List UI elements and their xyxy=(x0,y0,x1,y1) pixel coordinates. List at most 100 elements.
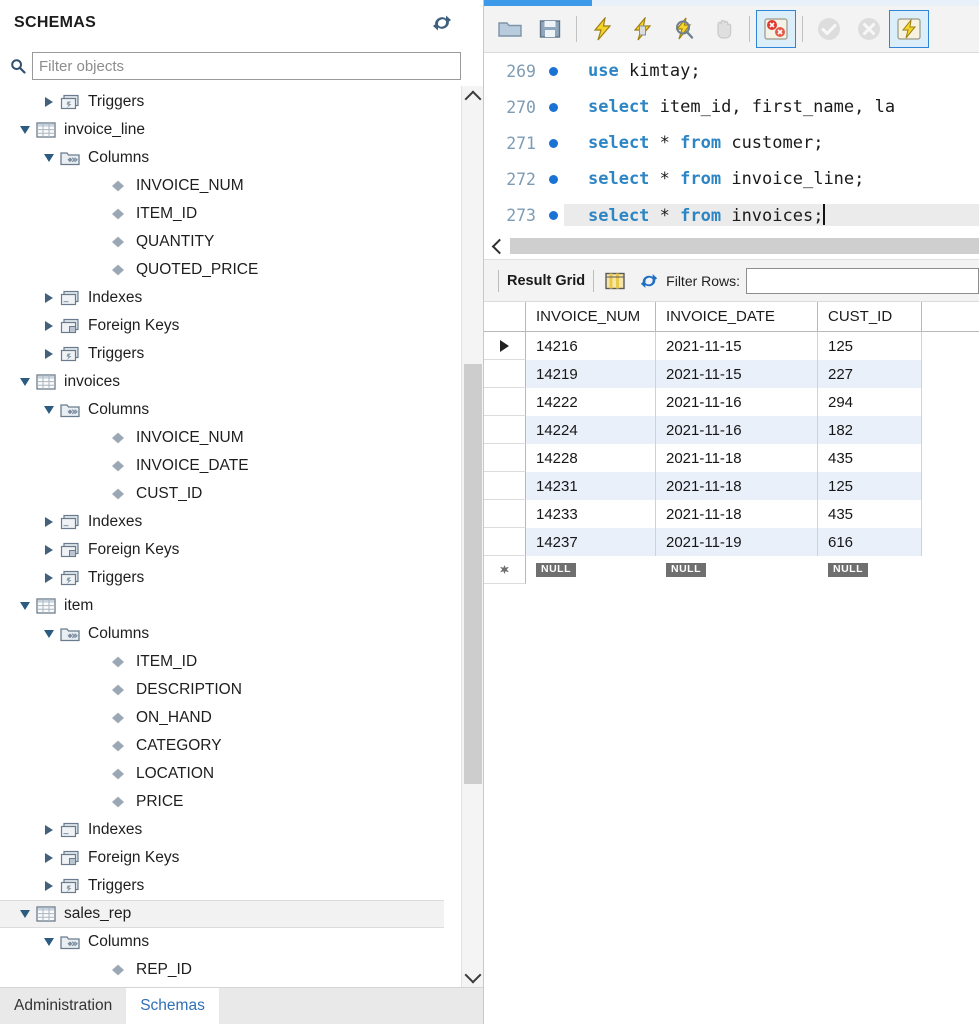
sql-line[interactable]: 271select * from customer; xyxy=(484,125,979,161)
toggle-stop-on-error-icon[interactable] xyxy=(756,10,796,48)
tree-item-item[interactable]: item xyxy=(0,592,444,620)
table-cell-null[interactable]: NULL xyxy=(656,556,818,584)
expand-arrow-down-icon[interactable] xyxy=(40,144,58,172)
table-cell[interactable]: 125 xyxy=(818,332,922,360)
expand-arrow-right-icon[interactable] xyxy=(40,340,58,368)
table-cell[interactable]: 2021-11-15 xyxy=(656,332,818,360)
tab-administration[interactable]: Administration xyxy=(0,988,126,1024)
tree-item-quoted-price[interactable]: QUOTED_PRICE xyxy=(0,256,444,284)
column-header[interactable]: CUST_ID xyxy=(818,302,922,331)
table-cell[interactable]: 2021-11-18 xyxy=(656,472,818,500)
filter-objects-input[interactable] xyxy=(32,52,461,80)
tree-item-columns[interactable]: Columns xyxy=(0,620,444,648)
tree-item-category[interactable]: CATEGORY xyxy=(0,732,444,760)
tree-item-columns[interactable]: Columns xyxy=(0,144,444,172)
expand-arrow-down-icon[interactable] xyxy=(40,396,58,424)
table-row[interactable]: 142282021-11-18435 xyxy=(484,444,979,472)
table-cell[interactable]: 2021-11-18 xyxy=(656,500,818,528)
table-cell[interactable]: 2021-11-16 xyxy=(656,388,818,416)
expand-arrow-right-icon[interactable] xyxy=(40,312,58,340)
refresh-icon[interactable] xyxy=(636,268,662,294)
table-cell[interactable]: 227 xyxy=(818,360,922,388)
expand-arrow-right-icon[interactable] xyxy=(40,872,58,900)
autocommit-icon[interactable] xyxy=(889,10,929,48)
form-view-icon[interactable] xyxy=(602,268,628,294)
column-header[interactable]: INVOICE_NUM xyxy=(526,302,656,331)
result-grid[interactable]: INVOICE_NUMINVOICE_DATECUST_ID142162021-… xyxy=(484,302,979,584)
statement-marker-icon[interactable] xyxy=(542,175,564,184)
sql-line-code[interactable]: select * from invoice_line; xyxy=(564,169,979,189)
tree-item-rep-id[interactable]: REP_ID xyxy=(0,956,444,984)
expand-arrow-right-icon[interactable] xyxy=(40,816,58,844)
expand-arrow-down-icon[interactable] xyxy=(16,116,34,144)
table-cell-null[interactable]: NULL xyxy=(818,556,922,584)
row-selector-cell[interactable] xyxy=(484,444,526,472)
sql-line-code[interactable]: use kimtay; xyxy=(564,61,979,81)
table-row[interactable]: 142242021-11-16182 xyxy=(484,416,979,444)
table-cell[interactable]: 616 xyxy=(818,528,922,556)
expand-arrow-down-icon[interactable] xyxy=(40,928,58,956)
tree-item-indexes[interactable]: Indexes xyxy=(0,816,444,844)
tree-item-triggers[interactable]: Triggers xyxy=(0,872,444,900)
sql-line[interactable]: 270select item_id, first_name, la xyxy=(484,89,979,125)
sql-line-code[interactable]: select * from customer; xyxy=(564,133,979,153)
table-cell[interactable]: 182 xyxy=(818,416,922,444)
column-header[interactable]: INVOICE_DATE xyxy=(656,302,818,331)
refresh-icon[interactable] xyxy=(431,12,453,34)
table-cell[interactable]: 2021-11-18 xyxy=(656,444,818,472)
tree-item-invoice-date[interactable]: INVOICE_DATE xyxy=(0,452,444,480)
tree-item-foreign-keys[interactable]: Foreign Keys xyxy=(0,312,444,340)
expand-arrow-down-icon[interactable] xyxy=(16,368,34,396)
table-row[interactable]: 142222021-11-16294 xyxy=(484,388,979,416)
expand-arrow-down-icon[interactable] xyxy=(16,592,34,620)
tree-item-foreign-keys[interactable]: Foreign Keys xyxy=(0,536,444,564)
table-cell[interactable]: 2021-11-16 xyxy=(656,416,818,444)
hscroll-left-button[interactable] xyxy=(484,233,510,259)
table-cell[interactable]: 14216 xyxy=(526,332,656,360)
statement-marker-icon[interactable] xyxy=(542,211,564,220)
table-row[interactable]: 142192021-11-15227 xyxy=(484,360,979,388)
tree-item-columns[interactable]: Columns xyxy=(0,928,444,956)
scroll-down-button[interactable] xyxy=(462,965,483,987)
expand-arrow-right-icon[interactable] xyxy=(40,88,58,116)
row-selector-cell[interactable] xyxy=(484,500,526,528)
scrollbar-thumb[interactable] xyxy=(464,364,482,784)
filter-rows-input[interactable] xyxy=(746,268,979,294)
tree-item-price[interactable]: PRICE xyxy=(0,788,444,816)
row-selector-cell[interactable] xyxy=(484,416,526,444)
tree-item-triggers[interactable]: Triggers xyxy=(0,340,444,368)
sql-editor[interactable]: 269use kimtay;270select item_id, first_n… xyxy=(484,53,979,233)
row-selector-cell[interactable] xyxy=(484,528,526,556)
tree-item-item-id[interactable]: ITEM_ID xyxy=(0,648,444,676)
explain-magnifier-icon[interactable] xyxy=(663,10,703,48)
table-cell[interactable]: 14228 xyxy=(526,444,656,472)
expand-arrow-right-icon[interactable] xyxy=(40,536,58,564)
table-cell[interactable]: 435 xyxy=(818,444,922,472)
table-cell[interactable]: 2021-11-19 xyxy=(656,528,818,556)
sql-line[interactable]: 273select * from invoices; xyxy=(484,197,979,233)
expand-arrow-right-icon[interactable] xyxy=(40,284,58,312)
tree-item-cust-id[interactable]: CUST_ID xyxy=(0,480,444,508)
new-row-selector-cell[interactable] xyxy=(484,556,526,584)
table-cell[interactable]: 14222 xyxy=(526,388,656,416)
expand-arrow-right-icon[interactable] xyxy=(40,564,58,592)
table-cell[interactable]: 435 xyxy=(818,500,922,528)
statement-marker-icon[interactable] xyxy=(542,139,564,148)
tree-item-description[interactable]: DESCRIPTION xyxy=(0,676,444,704)
tree-item-indexes[interactable]: Indexes xyxy=(0,284,444,312)
table-cell-null[interactable]: NULL xyxy=(526,556,656,584)
row-selector-cell[interactable] xyxy=(484,472,526,500)
table-cell[interactable]: 14231 xyxy=(526,472,656,500)
sql-line-code[interactable]: select item_id, first_name, la xyxy=(564,97,979,117)
open-folder-icon[interactable] xyxy=(490,10,530,48)
sql-line[interactable]: 269use kimtay; xyxy=(484,53,979,89)
tree-item-foreign-keys[interactable]: Foreign Keys xyxy=(0,844,444,872)
statement-marker-icon[interactable] xyxy=(542,103,564,112)
table-row[interactable]: 142372021-11-19616 xyxy=(484,528,979,556)
tree-item-invoice-num[interactable]: INVOICE_NUM xyxy=(0,424,444,452)
tree-item-triggers[interactable]: Triggers xyxy=(0,88,444,116)
table-cell[interactable]: 14224 xyxy=(526,416,656,444)
new-row-placeholder[interactable]: NULLNULLNULL xyxy=(484,556,979,584)
expand-arrow-down-icon[interactable] xyxy=(16,900,34,928)
table-cell[interactable]: 14237 xyxy=(526,528,656,556)
